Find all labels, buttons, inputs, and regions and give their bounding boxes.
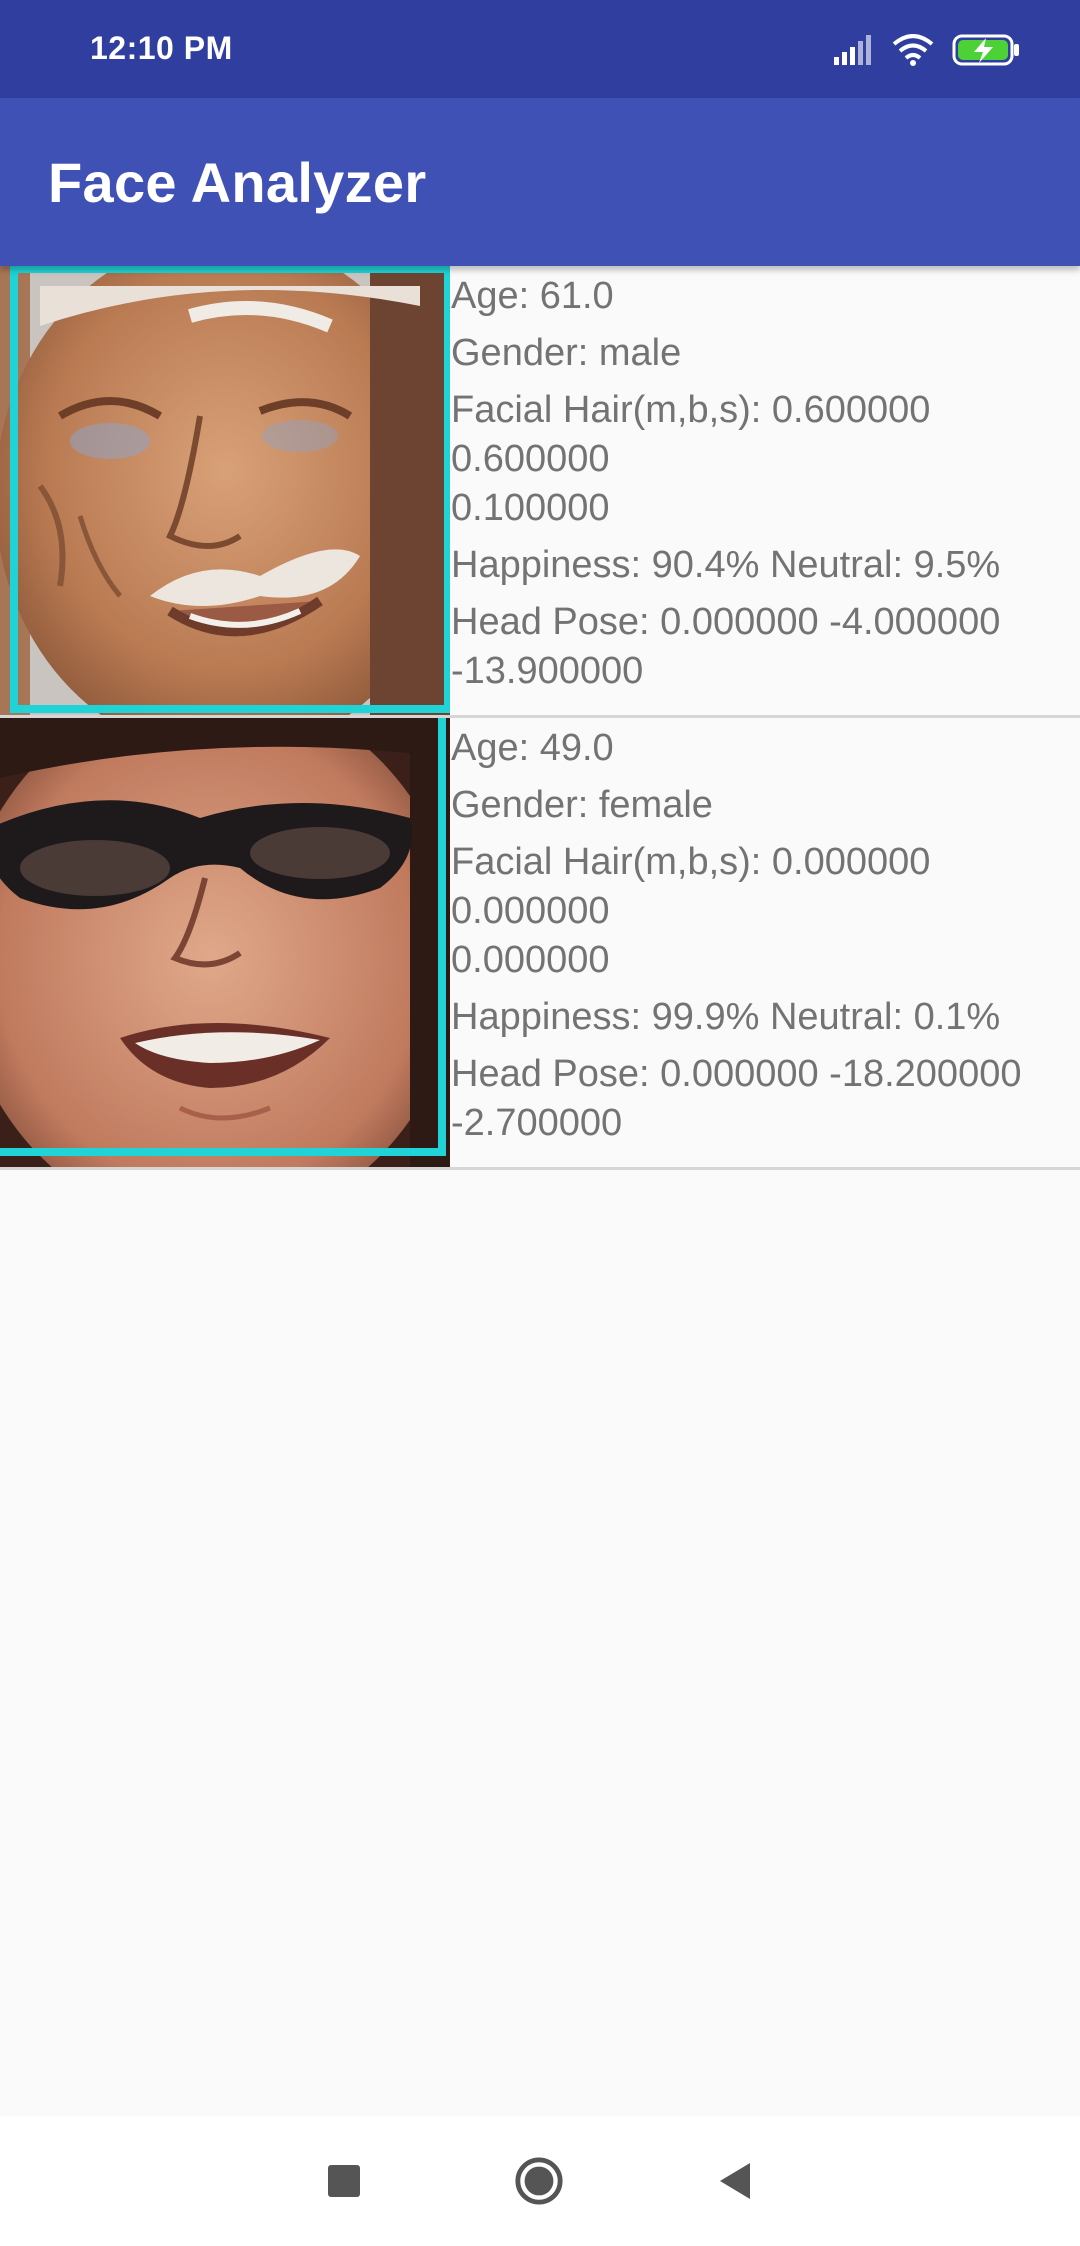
facial-hair-line: 0.100000 xyxy=(451,487,610,529)
face-thumbnail-1 xyxy=(0,266,450,715)
facial-hair-label: Facial Hair(m,b,s): 0.000000 0.000000 0.… xyxy=(451,838,1080,985)
facial-hair-line: Facial Hair(m,b,s): 0.000000 xyxy=(451,841,931,883)
head-pose-line: Head Pose: 0.000000 -18.200000 xyxy=(451,1053,1022,1095)
facial-hair-label: Facial Hair(m,b,s): 0.600000 0.600000 0.… xyxy=(451,386,1080,533)
wifi-icon xyxy=(892,34,934,66)
head-pose-line: -13.900000 xyxy=(451,650,644,692)
age-label: Age: 61.0 xyxy=(451,275,614,317)
head-pose-label: Head Pose: 0.000000 -4.000000 -13.900000 xyxy=(451,598,1080,696)
head-pose-label: Head Pose: 0.000000 -18.200000 -2.700000 xyxy=(451,1050,1080,1148)
gender-label: Gender: male xyxy=(451,332,682,374)
gender-label: Gender: female xyxy=(451,784,713,826)
status-bar: 12:10 PM xyxy=(0,0,1080,98)
app-bar: Face Analyzer xyxy=(0,98,1080,266)
face-info: Age: 61.0 Gender: male Facial Hair(m,b,s… xyxy=(451,272,1080,704)
face-list: Age: 61.0 Gender: male Facial Hair(m,b,s… xyxy=(0,266,1080,1170)
face-thumbnail-2 xyxy=(0,718,450,1167)
battery-charging-icon xyxy=(952,34,1019,66)
status-time: 12:10 PM xyxy=(90,30,233,66)
navigation-bar xyxy=(0,2116,1080,2246)
home-button[interactable] xyxy=(514,2156,564,2206)
list-item[interactable]: Age: 49.0 Gender: female Facial Hair(m,b… xyxy=(0,718,1080,1170)
facial-hair-line: 0.600000 xyxy=(451,438,610,480)
head-pose-line: Head Pose: 0.000000 -4.000000 xyxy=(451,601,1001,643)
emotion-label: Happiness: 90.4% Neutral: 9.5% xyxy=(451,544,1001,586)
age-label: Age: 49.0 xyxy=(451,727,614,769)
emotion-label: Happiness: 99.9% Neutral: 0.1% xyxy=(451,996,1001,1038)
recent-apps-button[interactable] xyxy=(319,2156,369,2206)
facial-hair-line: 0.000000 xyxy=(451,890,610,932)
head-pose-line: -2.700000 xyxy=(451,1102,623,1144)
facial-hair-line: Facial Hair(m,b,s): 0.600000 xyxy=(451,389,931,431)
status-icons xyxy=(834,30,1020,70)
back-button[interactable] xyxy=(710,2156,760,2206)
face-info: Age: 49.0 Gender: female Facial Hair(m,b… xyxy=(451,724,1080,1156)
signal-icon xyxy=(834,35,871,65)
facial-hair-line: 0.000000 xyxy=(451,939,610,981)
list-item[interactable]: Age: 61.0 Gender: male Facial Hair(m,b,s… xyxy=(0,266,1080,718)
app-title: Face Analyzer xyxy=(48,151,427,214)
